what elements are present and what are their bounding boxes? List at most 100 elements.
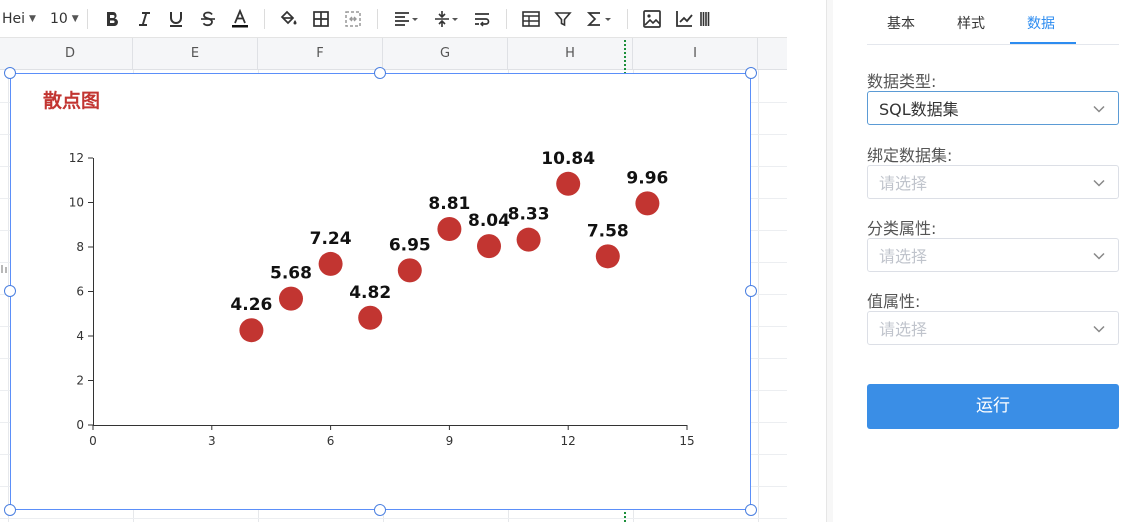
y-tick-label: 4 bbox=[76, 329, 84, 343]
data-label: 8.04 bbox=[468, 211, 510, 231]
font-name-value: Hei bbox=[2, 10, 26, 27]
wrap-text-button[interactable] bbox=[466, 0, 498, 37]
column-header-e[interactable]: E bbox=[133, 38, 258, 70]
value-attr-select[interactable]: 请选择 bbox=[867, 311, 1119, 345]
freeze-panes-button[interactable] bbox=[515, 0, 547, 37]
resize-handle-bottom-right[interactable] bbox=[745, 504, 757, 516]
column-header-g[interactable]: G bbox=[383, 38, 508, 70]
active-tab-indicator bbox=[1010, 42, 1076, 44]
filter-icon bbox=[553, 11, 572, 26]
wrap-text-icon bbox=[474, 12, 490, 27]
data-type-label: 数据类型: bbox=[867, 72, 937, 91]
tab-data[interactable]: 数据 bbox=[1027, 0, 1055, 45]
scatter-point[interactable] bbox=[279, 286, 303, 311]
x-tick-label: 12 bbox=[561, 434, 576, 448]
scatter-point[interactable] bbox=[318, 251, 343, 276]
align-left-icon bbox=[394, 11, 418, 26]
y-tick-label: 12 bbox=[69, 151, 84, 165]
scatter-point[interactable] bbox=[477, 234, 501, 259]
column-header-row: DEFGHI bbox=[0, 38, 787, 70]
divider-shade bbox=[827, 0, 833, 522]
strikethrough-icon bbox=[200, 11, 215, 26]
tab-style[interactable]: 样式 bbox=[957, 0, 985, 45]
bold-button[interactable] bbox=[96, 0, 128, 37]
x-tick-label: 3 bbox=[208, 434, 216, 448]
resize-handle-top-left[interactable] bbox=[4, 67, 16, 79]
properties-panel: 基本 样式 数据 数据类型: SQL数据集 绑定数据集: 请选择 分类属性: 请… bbox=[849, 0, 1130, 522]
value-attr-placeholder: 请选择 bbox=[879, 320, 928, 339]
spreadsheet-area: Hei ▼ 10 ▼ D E F G H I 散点图 0 3 6 9 12 15… bbox=[0, 0, 787, 522]
resize-handle-right[interactable] bbox=[745, 285, 757, 297]
vertical-align-dropdown[interactable] bbox=[426, 0, 466, 37]
scatter-point[interactable] bbox=[239, 318, 264, 343]
resize-handle-left[interactable] bbox=[4, 285, 16, 297]
italic-button[interactable] bbox=[128, 0, 160, 37]
strikethrough-button[interactable] bbox=[192, 0, 224, 37]
borders-button[interactable] bbox=[305, 0, 337, 37]
data-label: 7.58 bbox=[587, 221, 629, 241]
scatter-point[interactable] bbox=[595, 244, 620, 269]
underline-button[interactable] bbox=[160, 0, 192, 37]
data-label: 6.95 bbox=[389, 235, 431, 255]
scatter-point[interactable] bbox=[437, 216, 462, 241]
data-label: 10.84 bbox=[541, 149, 595, 169]
font-size-dropdown[interactable]: 10 ▼ bbox=[49, 0, 79, 37]
merge-cells-icon bbox=[344, 10, 361, 27]
chevron-down-icon bbox=[1093, 252, 1105, 260]
bind-dataset-label: 绑定数据集: bbox=[867, 146, 953, 165]
font-color-button[interactable] bbox=[224, 0, 256, 37]
borders-icon bbox=[312, 10, 329, 27]
resize-handle-top-right[interactable] bbox=[745, 67, 757, 79]
scatter-plot: 0 3 6 9 12 15 0 2 4 6 8 10 12 4.26 5.68 7.24 4.82 6.95 8.8… bbox=[69, 149, 695, 448]
functions-dropdown[interactable] bbox=[579, 0, 619, 37]
run-button[interactable]: 运行 bbox=[867, 384, 1119, 429]
category-attr-select[interactable]: 请选择 bbox=[867, 238, 1119, 272]
column-header-d[interactable]: D bbox=[8, 38, 133, 70]
fill-color-button[interactable] bbox=[273, 0, 305, 37]
data-label: 8.33 bbox=[508, 205, 550, 225]
y-tick-label: 10 bbox=[69, 196, 84, 210]
column-header-h[interactable]: H bbox=[508, 38, 633, 70]
y-tick-label: 8 bbox=[76, 240, 84, 254]
data-type-select[interactable]: SQL数据集 bbox=[867, 91, 1119, 125]
scatter-point[interactable] bbox=[556, 171, 581, 196]
chevron-down-icon bbox=[1093, 179, 1105, 187]
bind-dataset-placeholder: 请选择 bbox=[879, 174, 928, 193]
scatter-point[interactable] bbox=[635, 191, 660, 216]
data-label: 4.26 bbox=[230, 295, 272, 315]
chevron-down-icon bbox=[1093, 105, 1105, 113]
font-size-value: 10 bbox=[49, 10, 68, 27]
font-name-dropdown[interactable]: Hei ▼ bbox=[0, 0, 36, 37]
filter-button[interactable] bbox=[547, 0, 579, 37]
toolbar-divider bbox=[626, 8, 628, 29]
x-tick-label: 6 bbox=[327, 434, 335, 448]
underline-icon bbox=[169, 11, 182, 27]
scatter-point[interactable] bbox=[358, 305, 383, 330]
category-attr-label: 分类属性: bbox=[867, 219, 937, 238]
data-type-value: SQL数据集 bbox=[879, 100, 959, 119]
merge-cells-button[interactable] bbox=[337, 0, 369, 37]
app-window: Hei ▼ 10 ▼ D E F G H I 散点图 0 3 6 9 12 15… bbox=[0, 0, 1130, 522]
horizontal-align-dropdown[interactable] bbox=[386, 0, 426, 37]
resize-handle-bottom-left[interactable] bbox=[4, 504, 16, 516]
scatter-point[interactable] bbox=[397, 258, 422, 283]
insert-image-button[interactable] bbox=[636, 0, 668, 37]
sigma-icon bbox=[586, 11, 611, 26]
tab-basic[interactable]: 基本 bbox=[887, 0, 915, 45]
data-label: 8.81 bbox=[428, 194, 470, 214]
column-header-f[interactable]: F bbox=[258, 38, 383, 70]
column-header-i[interactable]: I bbox=[633, 38, 758, 70]
bold-icon bbox=[106, 11, 118, 26]
chart-icon bbox=[675, 10, 693, 27]
formatting-toolbar: Hei ▼ 10 ▼ bbox=[0, 0, 787, 38]
scatter-chart-object[interactable]: 散点图 0 3 6 9 12 15 0 2 4 6 8 10 12 4.26 5.68 7.24 4.82 6.9… bbox=[10, 73, 751, 510]
bind-dataset-select[interactable]: 请选择 bbox=[867, 165, 1119, 199]
paint-bucket-icon bbox=[280, 10, 297, 24]
insert-chart-button[interactable] bbox=[668, 0, 700, 37]
resize-handle-top[interactable] bbox=[374, 67, 386, 79]
resize-handle-bottom[interactable] bbox=[374, 504, 386, 516]
toolbar-divider bbox=[505, 8, 507, 29]
toolbar-divider bbox=[376, 8, 378, 29]
barcode-button[interactable] bbox=[699, 0, 714, 37]
scatter-point[interactable] bbox=[516, 227, 541, 252]
